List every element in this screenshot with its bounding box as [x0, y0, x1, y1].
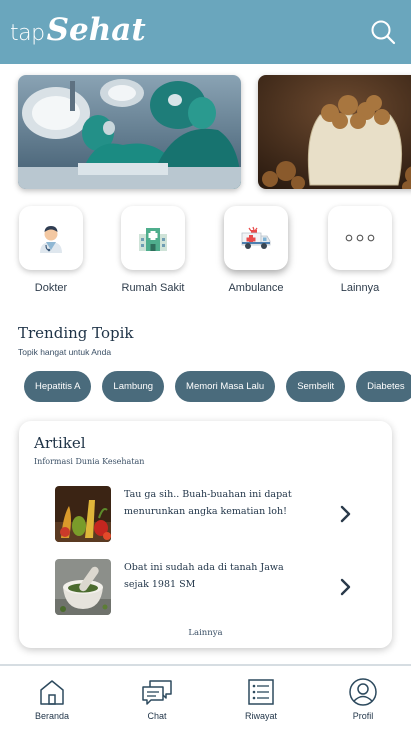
logo-tap-text: tap	[10, 21, 45, 46]
home-icon	[40, 680, 64, 705]
artikel-title: Artikel	[34, 434, 86, 452]
article-item[interactable]: Obat ini sudah ada di tanah Jawa sejak 1…	[55, 559, 355, 615]
vegetables-thumbnail	[55, 486, 111, 542]
topic-chip-diabetes[interactable]: Diabetes	[356, 371, 411, 402]
app-header: tap Sehat	[0, 0, 411, 64]
logo-sehat-text: Sehat	[46, 12, 146, 48]
profile-icon	[349, 678, 377, 706]
category-box[interactable]	[224, 206, 288, 270]
category-dokter[interactable]: Dokter	[17, 206, 85, 294]
category-label: Rumah Sakit	[121, 282, 185, 294]
category-lainnya[interactable]: Lainnya	[326, 206, 394, 294]
app-logo: tap Sehat	[10, 8, 146, 54]
topic-chip-sembelit[interactable]: Sembelit	[286, 371, 346, 402]
category-box[interactable]	[19, 206, 83, 270]
article-title: Obat ini sudah ada di tanah Jawa sejak 1…	[124, 562, 284, 590]
topic-chip-lambung[interactable]: Lambung	[102, 371, 165, 402]
nav-chat[interactable]: Chat	[112, 676, 202, 721]
nav-profil[interactable]: Profil	[318, 676, 408, 721]
nav-beranda[interactable]: Beranda	[7, 676, 97, 721]
category-rumah-sakit[interactable]: Rumah Sakit	[119, 206, 187, 294]
trending-title: Trending Topik	[18, 324, 134, 342]
artikel-more-link[interactable]: Lainnya	[19, 628, 392, 638]
nav-label: Profil	[352, 711, 374, 721]
walnuts-banner[interactable]	[258, 75, 411, 189]
category-label: Lainnya	[340, 282, 380, 294]
history-icon	[248, 679, 274, 705]
ambulance-icon	[241, 226, 271, 249]
chat-icon	[142, 680, 172, 705]
category-label: Dokter	[34, 282, 68, 294]
bottom-nav-divider	[0, 664, 411, 666]
surgery-banner[interactable]	[18, 75, 241, 189]
nav-riwayat[interactable]: Riwayat	[216, 676, 306, 721]
doctor-icon	[40, 226, 62, 253]
search-icon	[371, 20, 396, 45]
category-label: Ambulance	[228, 282, 284, 294]
search-button[interactable]	[369, 18, 397, 46]
nav-label: Chat	[147, 711, 167, 721]
artikel-card: Artikel Informasi Dunia Kesehatan Tau ga…	[19, 421, 392, 648]
artikel-subtitle: Informasi Dunia Kesehatan	[34, 457, 145, 466]
category-box[interactable]	[328, 206, 392, 270]
trending-topic-chips[interactable]: Hepatitis A Lambung Memori Masa Lalu Sembel…	[24, 371, 411, 402]
topic-chip-hepatitis-a[interactable]: Hepatitis A	[24, 371, 92, 402]
mortar-pestle-thumbnail	[55, 559, 111, 615]
category-ambulance[interactable]: Ambulance	[222, 206, 290, 294]
article-item[interactable]: Tau ga sih.. Buah-buahan ini dapat menur…	[55, 486, 355, 542]
trending-subtitle: Topik hangat untuk Anda	[18, 347, 112, 357]
nav-label: Beranda	[34, 711, 70, 721]
chevron-right-icon[interactable]	[339, 504, 353, 524]
hospital-icon	[139, 228, 167, 251]
banner-carousel[interactable]	[0, 64, 411, 198]
topic-chip-memori-masa-lalu[interactable]: Memori Masa Lalu	[175, 371, 276, 402]
chevron-right-icon[interactable]	[339, 577, 353, 597]
nav-label: Riwayat	[244, 711, 277, 721]
category-box[interactable]	[121, 206, 185, 270]
more-icon	[345, 234, 375, 242]
article-title: Tau ga sih.. Buah-buahan ini dapat menur…	[124, 489, 292, 517]
